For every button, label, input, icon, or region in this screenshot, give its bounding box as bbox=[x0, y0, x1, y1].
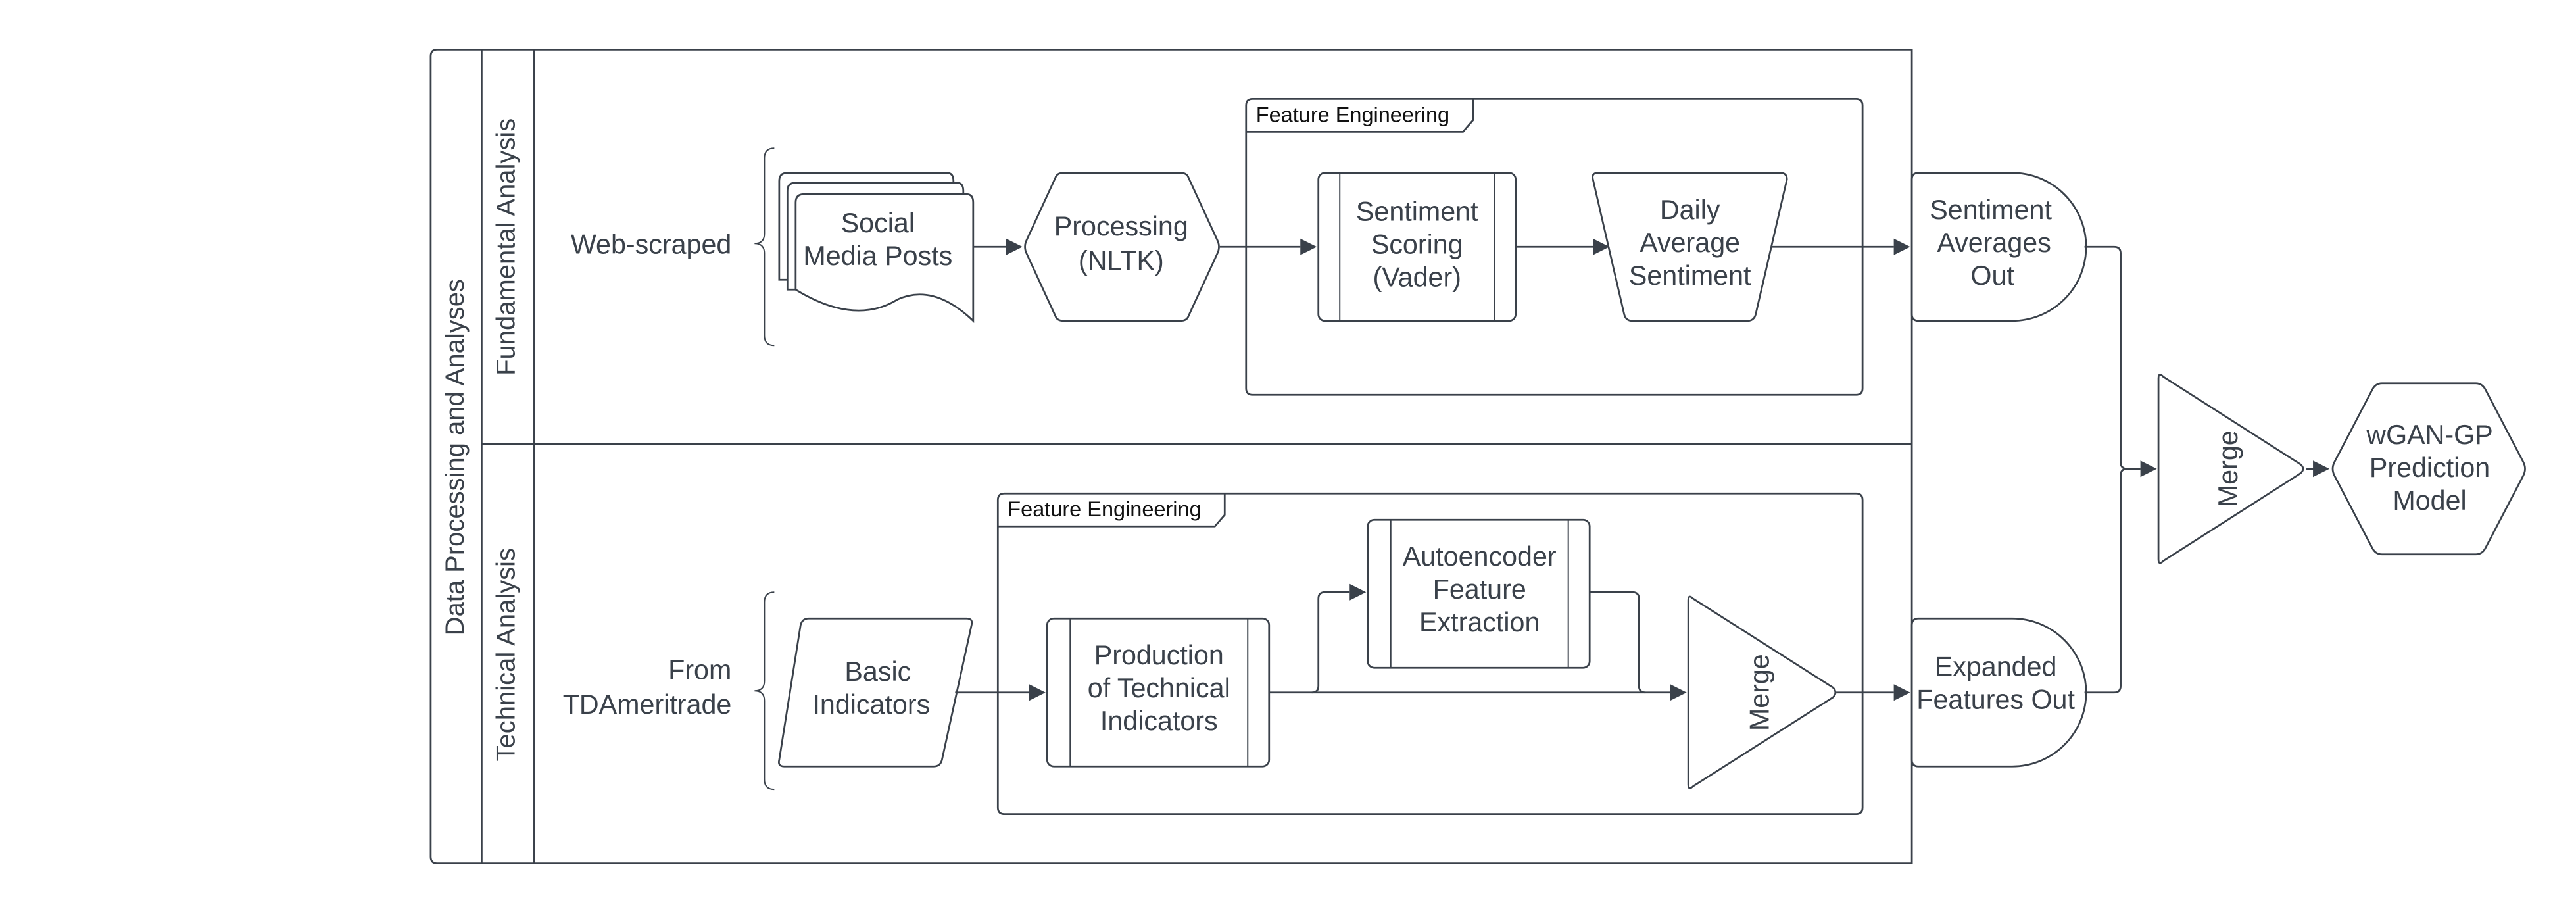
scoring-line-2: Scoring bbox=[1371, 229, 1463, 259]
arrowhead-icon bbox=[1893, 238, 1910, 255]
node-sentiment-averages-out[interactable]: Sentiment Averages Out bbox=[1910, 172, 2087, 322]
brace-icon bbox=[754, 591, 775, 791]
model-line-3: Model bbox=[2393, 485, 2466, 516]
lane-technical: From TDAmeritrade Basic Indicators Featu… bbox=[563, 492, 1910, 816]
lane-fundamental: Web-scraped Social Media Posts Processin… bbox=[571, 97, 1910, 396]
node-wgan-gp-prediction-model[interactable]: wGAN-GP Prediction Model bbox=[2331, 382, 2526, 556]
arrowhead-icon bbox=[2140, 460, 2157, 478]
lane-title-technical: Technical Analysis bbox=[491, 548, 520, 761]
sentiment-out-line-2: Averages bbox=[1937, 228, 2051, 258]
node-sentiment-scoring-vader[interactable]: Sentiment Scoring (Vader) bbox=[1317, 172, 1517, 322]
edge-sentiment-out-to-merge bbox=[2084, 245, 2127, 470]
arrowhead-icon bbox=[1006, 238, 1023, 255]
autoencoder-line-1: Autoencoder bbox=[1403, 541, 1557, 572]
node-social-media-posts[interactable]: Social Media Posts bbox=[778, 172, 975, 323]
scoring-line-1: Sentiment bbox=[1356, 196, 1478, 226]
expanded-out-line-2: Features Out bbox=[1916, 685, 2075, 715]
daily-line-2: Average bbox=[1640, 228, 1740, 258]
processing-line-1: Processing bbox=[1054, 211, 1188, 241]
autoencoder-line-2: Feature bbox=[1433, 574, 1526, 605]
group-label: Feature Engineering bbox=[1256, 103, 1449, 126]
source-label-from: From bbox=[668, 655, 731, 685]
autoencoder-line-3: Extraction bbox=[1419, 607, 1540, 637]
merge-label: Merge bbox=[1745, 654, 1775, 731]
sentiment-out-line-3: Out bbox=[1970, 260, 2014, 291]
daily-line-3: Sentiment bbox=[1629, 260, 1751, 291]
arrowhead-icon bbox=[1893, 684, 1910, 701]
production-line-3: Indicators bbox=[1100, 706, 1218, 736]
social-media-line-1: Social bbox=[841, 208, 915, 238]
social-media-line-2: Media Posts bbox=[803, 241, 952, 271]
arrowhead-icon bbox=[1349, 583, 1367, 601]
arrowhead-icon bbox=[1300, 238, 1317, 255]
source-label-web-scraped: Web-scraped bbox=[571, 229, 731, 259]
node-merge-technical[interactable]: Merge bbox=[1687, 595, 1837, 789]
arrowhead-icon bbox=[1029, 684, 1046, 701]
sentiment-out-line-1: Sentiment bbox=[1930, 195, 2052, 225]
flowchart-canvas: Data Processing and Analyses Fundamental… bbox=[429, 48, 2526, 865]
scoring-line-3: (Vader) bbox=[1373, 262, 1461, 292]
production-line-2: of Technical bbox=[1088, 673, 1230, 703]
edge-autoencoder-to-merge bbox=[1590, 591, 1646, 694]
model-line-2: Prediction bbox=[2369, 453, 2490, 483]
processing-line-2: (NLTK) bbox=[1079, 245, 1164, 276]
model-line-1: wGAN-GP bbox=[2366, 420, 2492, 450]
node-autoencoder-feature-extraction[interactable]: Autoencoder Feature Extraction bbox=[1367, 518, 1591, 669]
source-label-tdameritrade: TDAmeritrade bbox=[563, 689, 732, 720]
brace-icon bbox=[754, 147, 775, 347]
daily-line-1: Daily bbox=[1660, 195, 1720, 225]
node-production-technical-indicators[interactable]: Production of Technical Indicators bbox=[1046, 617, 1271, 768]
basic-line-2: Indicators bbox=[812, 689, 930, 720]
node-merge-final[interactable]: Merge bbox=[2157, 374, 2304, 564]
group-label: Feature Engineering bbox=[1008, 497, 1201, 521]
node-expanded-features-out[interactable]: Expanded Features Out bbox=[1910, 617, 2087, 768]
arrowhead-icon bbox=[2313, 460, 2330, 478]
lane-title-fundamental: Fundamental Analysis bbox=[491, 118, 520, 376]
arrowhead-icon bbox=[1670, 684, 1687, 701]
node-daily-average-sentiment[interactable]: Daily Average Sentiment bbox=[1592, 172, 1788, 322]
production-line-1: Production bbox=[1094, 640, 1224, 670]
edge-production-to-autoencoder bbox=[1311, 591, 1350, 694]
merge-final-label: Merge bbox=[2213, 430, 2243, 507]
edge-expanded-out-to-merge bbox=[2084, 468, 2141, 694]
node-basic-indicators[interactable]: Basic Indicators bbox=[778, 617, 973, 768]
pool-title: Data Processing and Analyses bbox=[441, 279, 470, 635]
expanded-out-line-1: Expanded bbox=[1935, 652, 2057, 682]
basic-line-1: Basic bbox=[844, 656, 911, 687]
node-processing-nltk[interactable]: Processing (NLTK) bbox=[1024, 172, 1220, 322]
